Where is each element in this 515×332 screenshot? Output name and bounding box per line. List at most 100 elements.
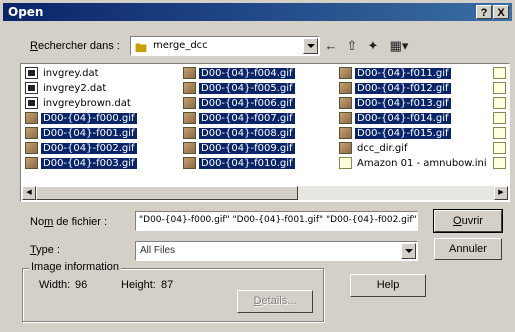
gif-file-icon: [183, 97, 196, 109]
file-item[interactable]: invgreybrown.dat: [25, 96, 137, 111]
details-button[interactable]: Details...: [237, 290, 313, 313]
file-item[interactable]: D00-{04}-f005.gif: [183, 81, 295, 96]
file-item[interactable]: dcc_dir.gif: [339, 141, 489, 156]
ini-file-icon: [493, 127, 506, 139]
chevron-down-icon[interactable]: [401, 243, 416, 259]
file-name: D00-{04}-f000.gif: [41, 113, 137, 124]
ini-file-icon: [493, 82, 506, 94]
height-label: Height:: [121, 279, 156, 291]
file-name: D00-{04}-f007.gif: [199, 113, 295, 124]
location-combo[interactable]: 🖿 merge_dcc: [130, 36, 320, 56]
view-menu-icon[interactable]: ▦▾: [386, 38, 412, 54]
filetype-value: All Files: [140, 245, 176, 256]
ini-file-icon: [493, 157, 506, 169]
gif-file-icon: [183, 82, 196, 94]
file-column-1: invgrey.dat invgrey2.dat invgreybrown.dat D…: [25, 66, 137, 171]
help-button[interactable]: Help: [350, 274, 426, 297]
file-item[interactable]: D00-{04}-f002.gif: [25, 141, 137, 156]
width-value: 96: [75, 279, 88, 291]
dat-file-icon: [25, 82, 38, 94]
file-name: D00-{04}-f006.gif: [199, 98, 295, 109]
gif-file-icon: [183, 67, 196, 79]
file-column-4-partial: [493, 66, 509, 171]
close-button[interactable]: X: [493, 5, 509, 19]
file-item[interactable]: D00-{04}-f004.gif: [183, 66, 295, 81]
horizontal-scrollbar[interactable]: ◀ ▶: [22, 186, 508, 200]
dat-file-icon: [25, 97, 38, 109]
scroll-left-icon[interactable]: ◀: [22, 186, 36, 200]
file-item[interactable]: D00-{04}-f012.gif: [339, 81, 489, 96]
file-name: D00-{04}-f014.gif: [355, 113, 451, 124]
image-info-title: Image information: [29, 261, 122, 273]
ini-file-icon: [493, 142, 506, 154]
open-dialog: Open ? X Rechercher dans : 🖿 merge_dcc ←…: [0, 0, 515, 332]
folder-icon: 🖿: [135, 41, 148, 55]
file-item[interactable]: D00-{04}-f001.gif: [25, 126, 137, 141]
filename-input[interactable]: "D00-{04}-f000.gif" "D00-{04}-f001.gif" …: [135, 211, 418, 231]
file-item[interactable]: D00-{04}-f003.gif: [25, 156, 137, 171]
gif-file-icon: [339, 142, 352, 154]
file-item[interactable]: D00-{04}-f009.gif: [183, 141, 295, 156]
file-item[interactable]: D00-{04}-f010.gif: [183, 156, 295, 171]
file-name: D00-{04}-f008.gif: [199, 128, 295, 139]
file-column-2: D00-{04}-f004.gif D00-{04}-f005.gif D00-{0…: [183, 66, 295, 171]
chevron-down-icon[interactable]: [303, 38, 318, 54]
file-name: D00-{04}-f009.gif: [199, 143, 295, 154]
new-folder-icon[interactable]: ✦: [364, 38, 382, 54]
gif-file-icon: [339, 67, 352, 79]
filetype-select[interactable]: All Files: [135, 241, 418, 261]
gif-file-icon: [25, 127, 38, 139]
file-item[interactable]: invgrey.dat: [25, 66, 137, 81]
height-value: 87: [161, 279, 174, 291]
gif-file-icon: [339, 112, 352, 124]
scroll-thumb[interactable]: [36, 186, 298, 200]
image-info-group: Image information Width: 96 Height: 87 D…: [22, 261, 324, 322]
file-item[interactable]: D00-{04}-f006.gif: [183, 96, 295, 111]
gif-file-icon: [183, 142, 196, 154]
title-bar[interactable]: Open ? X: [3, 3, 512, 21]
cancel-button[interactable]: Annuler: [434, 238, 502, 260]
gif-file-icon: [339, 97, 352, 109]
file-item[interactable]: invgrey2.dat: [25, 81, 137, 96]
filename-label: Nom de fichier :: [30, 216, 108, 228]
gif-file-icon: [25, 112, 38, 124]
gif-file-icon: [183, 127, 196, 139]
file-item[interactable]: D00-{04}-f013.gif: [339, 96, 489, 111]
file-item[interactable]: D00-{04}-f008.gif: [183, 126, 295, 141]
ini-file-icon: [493, 67, 506, 79]
open-button[interactable]: Ouvrir: [433, 209, 503, 233]
up-folder-icon[interactable]: ⇧: [343, 38, 361, 54]
file-name: Amazon 01 - amnubow.ini: [357, 158, 487, 169]
file-name: D00-{04}-f003.gif: [41, 158, 137, 169]
file-name: D00-{04}-f001.gif: [41, 128, 137, 139]
file-item[interactable]: D00-{04}-f015.gif: [339, 126, 489, 141]
file-name: D00-{04}-f013.gif: [355, 98, 451, 109]
back-icon[interactable]: ←: [322, 38, 340, 54]
scroll-right-icon[interactable]: ▶: [494, 186, 508, 200]
file-item[interactable]: D00-{04}-f014.gif: [339, 111, 489, 126]
gif-file-icon: [183, 112, 196, 124]
file-name: dcc_dir.gif: [357, 143, 408, 154]
location-label: Rechercher dans :: [30, 40, 120, 52]
file-item[interactable]: Amazon 01 - amnubow.ini: [339, 156, 489, 171]
file-name: invgreybrown.dat: [43, 98, 131, 109]
file-item[interactable]: D00-{04}-f011.gif: [339, 66, 489, 81]
file-item[interactable]: D00-{04}-f007.gif: [183, 111, 295, 126]
file-item[interactable]: D00-{04}-f000.gif: [25, 111, 137, 126]
gif-file-icon: [25, 142, 38, 154]
file-list[interactable]: invgrey.dat invgrey2.dat invgreybrown.dat D…: [20, 63, 510, 202]
file-name: D00-{04}-f005.gif: [199, 83, 295, 94]
gif-file-icon: [339, 127, 352, 139]
dat-file-icon: [25, 67, 38, 79]
file-column-3: D00-{04}-f011.gif D00-{04}-f012.gif D00-{0…: [339, 66, 489, 171]
file-name: D00-{04}-f002.gif: [41, 143, 137, 154]
gif-file-icon: [25, 157, 38, 169]
file-name: invgrey2.dat: [43, 83, 107, 94]
filetype-label: Type :: [30, 244, 60, 256]
gif-file-icon: [339, 82, 352, 94]
help-title-button[interactable]: ?: [476, 5, 492, 19]
filename-value: "D00-{04}-f000.gif" "D00-{04}-f001.gif" …: [139, 215, 417, 225]
file-name: D00-{04}-f004.gif: [199, 68, 295, 79]
width-label: Width:: [39, 279, 71, 291]
gif-file-icon: [183, 157, 196, 169]
